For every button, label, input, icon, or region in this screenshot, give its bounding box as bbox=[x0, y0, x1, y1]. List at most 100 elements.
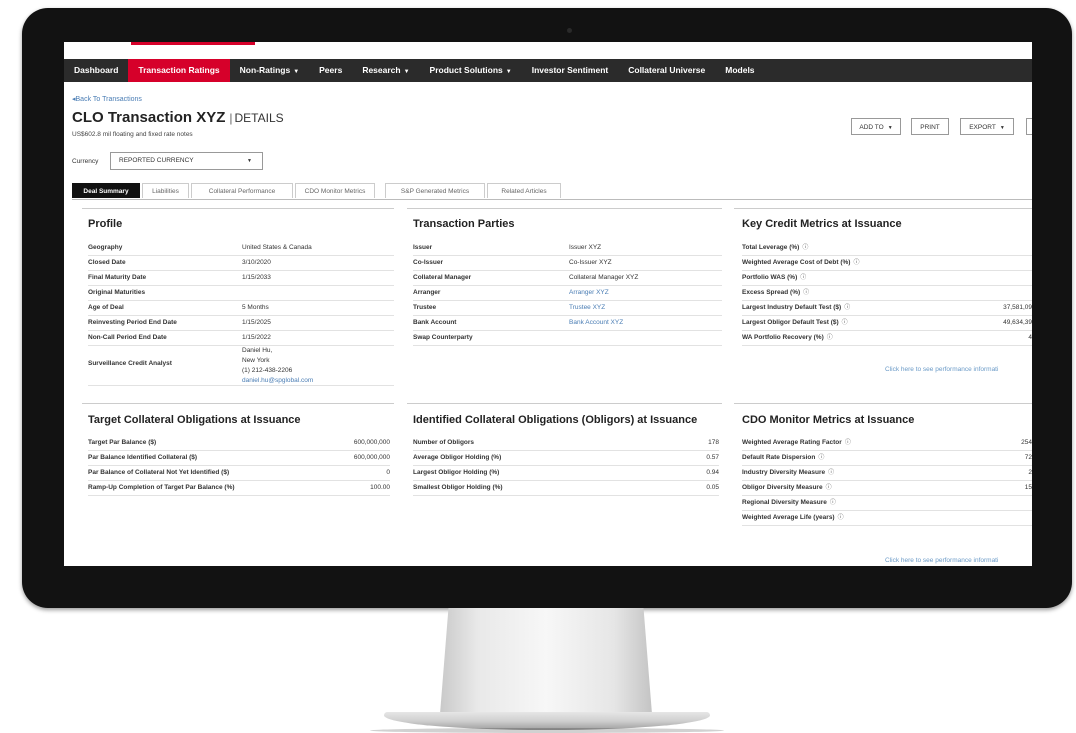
nav-non-ratings[interactable]: Non-Ratings ▼ bbox=[230, 59, 309, 82]
currency-select[interactable]: REPORTED CURRENCY ▼ bbox=[110, 152, 263, 170]
metric-row: Largest Obligor Default Test ($) ⓘ 49,634,… bbox=[742, 315, 1032, 331]
row-key: Weighted Average Life (years) ⓘ bbox=[742, 510, 844, 526]
tab-label: Collateral Performance bbox=[208, 188, 276, 195]
party-row: Bank Account Bank Account XYZ bbox=[413, 315, 722, 331]
row-key: Closed Date bbox=[88, 259, 126, 266]
info-icon[interactable]: ⓘ bbox=[838, 515, 844, 521]
page-subtitle: US$602.8 mil floating and fixed rate not… bbox=[72, 131, 193, 138]
row-key-text: Total Leverage (%) bbox=[742, 244, 800, 251]
more-button[interactable] bbox=[1026, 118, 1032, 135]
party-row: Collateral Manager Collateral Manager XYZ bbox=[413, 270, 722, 286]
info-icon[interactable]: ⓘ bbox=[800, 275, 806, 281]
performance-info-link[interactable]: Click here to see performance informati bbox=[885, 366, 998, 373]
metric-row: WA Portfolio Recovery (%) ⓘ 4 bbox=[742, 330, 1032, 346]
page-title: CLO Transaction XYZ | DETAILS bbox=[72, 109, 284, 126]
obligor-row: Largest Obligor Holding (%) 0.94 bbox=[413, 465, 719, 481]
info-icon[interactable]: ⓘ bbox=[818, 455, 824, 461]
nav-dashboard[interactable]: Dashboard bbox=[64, 59, 128, 82]
print-label: PRINT bbox=[920, 124, 940, 131]
nav-label: Models bbox=[725, 65, 755, 75]
cdo-metric-row: Industry Diversity Measure ⓘ 2 bbox=[742, 465, 1032, 481]
cdo-performance-info-link[interactable]: Click here to see performance informati bbox=[885, 557, 998, 564]
row-key: Total Leverage (%) ⓘ bbox=[742, 240, 808, 256]
identified-collateral-title: Identified Collateral Obligations (Oblig… bbox=[413, 414, 698, 426]
info-icon[interactable]: ⓘ bbox=[826, 485, 832, 491]
row-key: Geography bbox=[88, 244, 123, 251]
nav-peers[interactable]: Peers bbox=[309, 59, 352, 82]
title-main: CLO Transaction XYZ bbox=[72, 109, 226, 126]
print-button[interactable]: PRINT bbox=[911, 118, 949, 135]
nav-label: Dashboard bbox=[74, 65, 119, 75]
currency-selected-value: REPORTED CURRENCY bbox=[119, 157, 194, 164]
back-to-transactions-link[interactable]: ◂Back To Transactions bbox=[72, 95, 142, 103]
info-icon[interactable]: ⓘ bbox=[802, 245, 808, 251]
info-icon[interactable]: ⓘ bbox=[845, 440, 851, 446]
row-value: 600,000,000 bbox=[353, 454, 390, 461]
row-key-text: Weighted Average Rating Factor bbox=[742, 439, 842, 446]
nav-transaction-ratings[interactable]: Transaction Ratings bbox=[128, 59, 230, 82]
chevron-down-icon: ▼ bbox=[887, 125, 893, 131]
metric-row: Portfolio WAS (%) ⓘ bbox=[742, 270, 1032, 286]
tab-deal-summary[interactable]: Deal Summary bbox=[72, 183, 140, 198]
row-key: Par Balance of Collateral Not Yet Identi… bbox=[88, 469, 230, 476]
info-icon[interactable]: ⓘ bbox=[827, 335, 833, 341]
analyst-email-link[interactable]: daniel.hu@spglobal.com bbox=[242, 377, 313, 384]
nav-product-solutions[interactable]: Product Solutions ▼ bbox=[420, 59, 522, 82]
nav-collateral-universe[interactable]: Collateral Universe bbox=[618, 59, 715, 82]
row-key: Surveillance Credit Analyst bbox=[88, 360, 172, 367]
row-key: Weighted Average Cost of Debt (%) ⓘ bbox=[742, 255, 859, 271]
transaction-parties-title: Transaction Parties bbox=[413, 218, 515, 230]
tab-collateral-performance[interactable]: Collateral Performance bbox=[191, 183, 293, 198]
profile-row: Reinvesting Period End Date 1/15/2025 bbox=[88, 315, 394, 331]
section-divider bbox=[407, 208, 722, 209]
row-key-text: Weighted Average Cost of Debt (%) bbox=[742, 259, 851, 266]
info-icon[interactable]: ⓘ bbox=[844, 305, 850, 311]
nav-models[interactable]: Models bbox=[715, 59, 764, 82]
tab-related-articles[interactable]: Related Articles bbox=[487, 183, 561, 198]
trustee-link[interactable]: Trustee XYZ bbox=[569, 300, 605, 315]
title-separator: | bbox=[229, 111, 233, 125]
obligor-row: Average Obligor Holding (%) 0.57 bbox=[413, 450, 719, 466]
cdo-metric-row: Weighted Average Rating Factor ⓘ 254 bbox=[742, 435, 1032, 451]
collateral-row: Par Balance Identified Collateral ($) 600… bbox=[88, 450, 390, 466]
add-to-button[interactable]: ADD TO ▼ bbox=[851, 118, 901, 135]
info-icon[interactable]: ⓘ bbox=[853, 260, 859, 266]
row-key-text: Industry Diversity Measure bbox=[742, 469, 826, 476]
add-to-label: ADD TO bbox=[859, 124, 884, 131]
nav-label: Peers bbox=[319, 65, 343, 75]
party-row: Issuer Issuer XYZ bbox=[413, 240, 722, 256]
row-value: Co-Issuer XYZ bbox=[569, 259, 612, 266]
row-key: Co-Issuer bbox=[413, 259, 443, 266]
info-icon[interactable]: ⓘ bbox=[803, 290, 809, 296]
bank-account-link[interactable]: Bank Account XYZ bbox=[569, 315, 623, 330]
cdo-metric-row: Obligor Diversity Measure ⓘ 15 bbox=[742, 480, 1032, 496]
row-value: 1/15/2022 bbox=[242, 334, 271, 341]
info-icon[interactable]: ⓘ bbox=[828, 470, 834, 476]
collateral-row: Ramp-Up Completion of Target Par Balance… bbox=[88, 480, 390, 496]
row-key-text: WA Portfolio Recovery (%) bbox=[742, 334, 824, 341]
arranger-link[interactable]: Arranger XYZ bbox=[569, 285, 609, 300]
nav-research[interactable]: Research ▼ bbox=[352, 59, 419, 82]
row-value: 1/15/2025 bbox=[242, 319, 271, 326]
cdo-metric-row: Regional Diversity Measure ⓘ bbox=[742, 495, 1032, 511]
metric-row: Largest Industry Default Test ($) ⓘ 37,581… bbox=[742, 300, 1032, 316]
row-key: Swap Counterparty bbox=[413, 334, 473, 341]
section-divider bbox=[82, 208, 394, 209]
detail-tabs: Deal Summary Liabilities Collateral Perf… bbox=[72, 183, 1032, 200]
info-icon[interactable]: ⓘ bbox=[830, 500, 836, 506]
party-row: Trustee Trustee XYZ bbox=[413, 300, 722, 316]
metric-row: Total Leverage (%) ⓘ bbox=[742, 240, 1032, 256]
nav-investor-sentiment[interactable]: Investor Sentiment bbox=[522, 59, 619, 82]
tab-label: S&P Generated Metrics bbox=[400, 188, 470, 195]
tab-cdo-monitor-metrics[interactable]: CDO Monitor Metrics bbox=[295, 183, 375, 198]
row-value: 4 bbox=[1028, 334, 1032, 341]
row-key: Portfolio WAS (%) ⓘ bbox=[742, 270, 806, 286]
info-icon[interactable]: ⓘ bbox=[842, 320, 848, 326]
key-credit-metrics-title: Key Credit Metrics at Issuance bbox=[742, 218, 902, 230]
tab-sp-generated-metrics[interactable]: S&P Generated Metrics bbox=[385, 183, 485, 198]
obligor-row: Number of Obligors 178 bbox=[413, 435, 719, 451]
export-button[interactable]: EXPORT ▼ bbox=[960, 118, 1014, 135]
tab-liabilities[interactable]: Liabilities bbox=[142, 183, 189, 198]
tab-label: CDO Monitor Metrics bbox=[304, 188, 366, 195]
analyst-name: Daniel Hu, bbox=[242, 347, 273, 354]
